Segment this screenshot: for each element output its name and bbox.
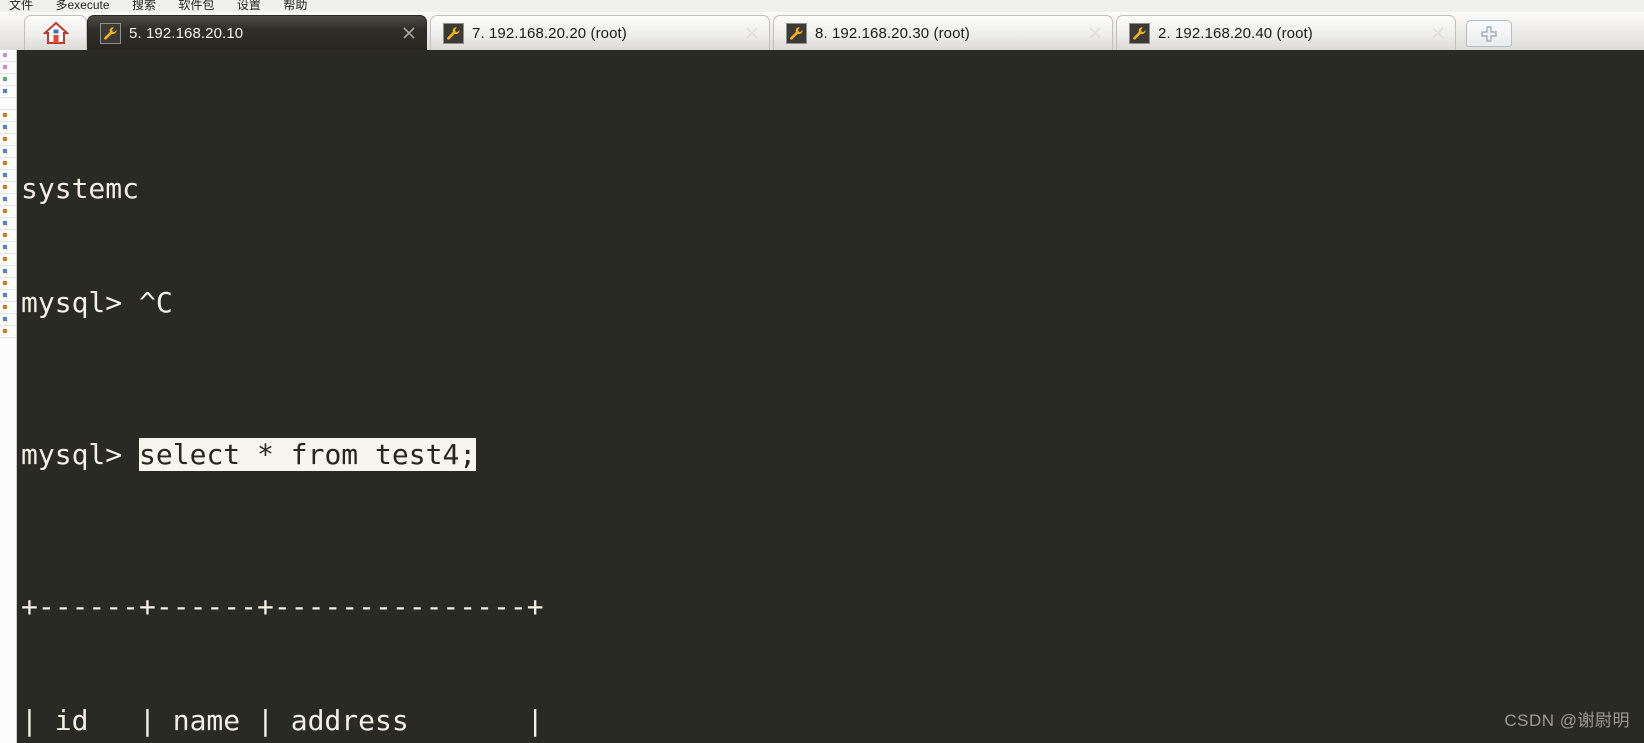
side-panel-row[interactable] [0,122,16,134]
terminal-tab-4[interactable]: 2. 192.168.20.40 (root) [1116,15,1456,50]
wrench-icon [786,22,807,44]
tab-label: 5. 192.168.20.10 [129,24,244,42]
home-tab[interactable] [24,15,87,50]
status-dot-icon [3,233,7,237]
status-dot-icon [3,185,7,189]
wrench-icon [1129,22,1150,44]
status-dot-icon [3,329,7,333]
status-dot-icon [3,137,7,141]
menu-item-packages[interactable]: 软件包 [169,0,223,12]
terminal-output[interactable]: systemc mysql> ^C mysql> select * from t… [17,50,1644,743]
side-panel-row[interactable] [0,74,16,86]
side-panel-row[interactable] [0,314,16,326]
terminal-line: systemc [21,172,140,205]
terminal-line: +------+------+---------------+ [21,590,544,623]
menu-item-execute[interactable]: 多execute [46,0,118,12]
side-panel-row[interactable] [0,206,16,218]
side-panel-row[interactable] [0,110,16,122]
menu-item-search[interactable]: 搜索 [123,0,165,12]
side-panel-row[interactable] [0,326,16,338]
status-dot-icon [3,257,7,261]
tab-bar: 5. 192.168.20.10 7. 192.168.20.20 (root) [0,12,1644,51]
close-icon[interactable] [1087,25,1103,41]
terminal-line-selected-query: mysql> select * from test4; [21,436,1644,474]
status-dot-icon [3,125,7,129]
status-dot-icon [3,149,7,153]
side-panel-row[interactable] [0,254,16,266]
status-dot-icon [3,173,7,177]
side-panel-row[interactable] [0,62,16,74]
menu-item-help[interactable]: 帮助 [274,0,316,12]
status-dot-icon [3,269,7,273]
status-dot-icon [3,89,7,93]
side-panel-row[interactable] [0,278,16,290]
close-icon[interactable] [1430,25,1446,41]
close-icon[interactable] [744,25,760,41]
status-dot-icon [3,77,7,81]
terminal-tab-1[interactable]: 5. 192.168.20.10 [87,15,427,50]
side-panel-row[interactable] [0,242,16,254]
side-panel-row[interactable] [0,302,16,314]
side-panel-row[interactable] [0,218,16,230]
selected-query-text: select * from test4; [139,438,477,471]
side-panel-row[interactable] [0,170,16,182]
status-dot-icon [3,209,7,213]
status-dot-icon [3,305,7,309]
side-panel-row[interactable] [0,194,16,206]
application-window: 文件 多execute 搜索 软件包 设置 帮助 5. 192.168.20.1… [0,0,1644,743]
terminal-tab-2[interactable]: 7. 192.168.20.20 (root) [430,15,770,50]
status-dot-icon [3,53,7,57]
terminal-tab-3[interactable]: 8. 192.168.20.30 (root) [773,15,1113,50]
side-panel-row[interactable] [0,134,16,146]
close-icon[interactable] [401,25,417,41]
side-panel-row[interactable] [0,86,16,98]
menu-item-file[interactable]: 文件 [0,0,42,12]
status-dot-icon [3,65,7,69]
status-dot-icon [3,317,7,321]
terminal-line: mysql> ^C [21,286,173,319]
tab-label: 2. 192.168.20.40 (root) [1158,24,1313,42]
mysql-prompt: mysql> [21,438,140,471]
side-panel-row[interactable] [0,98,16,110]
wrench-icon [443,22,464,44]
side-panel-row[interactable] [0,146,16,158]
status-dot-icon [3,197,7,201]
status-dot-icon [3,245,7,249]
terminal-line: | id | name | address | [21,704,544,737]
side-panel-row[interactable] [0,158,16,170]
status-dot-icon [3,113,7,117]
tab-label: 7. 192.168.20.20 (root) [472,24,627,42]
status-dot-icon [3,221,7,225]
side-panel-row[interactable] [0,182,16,194]
status-dot-icon [3,161,7,165]
menu-item-settings[interactable]: 设置 [228,0,270,12]
side-panel-row[interactable] [0,266,16,278]
sessions-side-panel[interactable] [0,50,17,743]
tab-label: 8. 192.168.20.30 (root) [815,24,970,42]
status-dot-icon [3,281,7,285]
new-tab-button[interactable] [1466,20,1512,47]
side-panel-row[interactable] [0,290,16,302]
watermark: CSDN @谢尉明 [1504,711,1630,730]
plus-icon [1481,25,1497,42]
home-icon [41,20,71,46]
status-dot-icon [3,293,7,297]
wrench-icon [100,22,121,44]
side-panel-row[interactable] [0,50,16,62]
side-panel-row[interactable] [0,230,16,242]
